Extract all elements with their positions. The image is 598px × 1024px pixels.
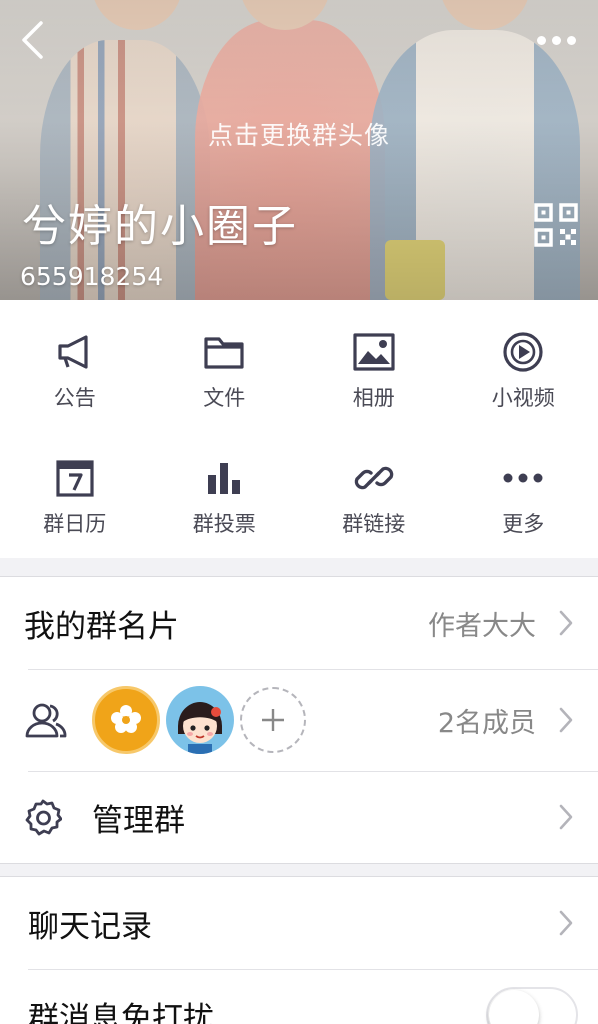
feature-label: 文件 <box>203 386 246 410</box>
chat-history-label: 聊天记录 <box>28 908 152 945</box>
chevron-right-icon <box>559 610 573 636</box>
dot <box>551 35 561 45</box>
feature-label: 更多 <box>502 512 545 536</box>
feature-calendar[interactable]: 群日历 <box>0 426 150 550</box>
my-group-card-row[interactable]: 我的群名片 作者大大 <box>0 577 598 669</box>
group-settings-page: 点击更换群头像 兮婷的小圈子 655918254 公告 文件 相册 小视频 群日… <box>0 0 598 1024</box>
link-icon <box>354 466 393 490</box>
feature-grid: 公告 文件 相册 小视频 群日历 群投票 群链接 更多 <box>0 300 598 558</box>
calendar-icon <box>56 460 94 497</box>
manage-group-label: 管理群 <box>92 802 185 839</box>
change-avatar-label[interactable]: 点击更换群头像 <box>0 116 598 152</box>
group-name: 兮婷的小圈子 <box>22 201 298 252</box>
feature-label: 相册 <box>352 386 395 410</box>
photo-album-icon <box>353 333 395 371</box>
feature-more[interactable]: 更多 <box>449 426 598 550</box>
my-group-card-value: 作者大大 <box>428 610 536 642</box>
mute-notifications-label: 群消息免打扰 <box>28 1000 214 1024</box>
mute-notifications-row: 群消息免打扰 <box>0 969 598 1024</box>
folder-icon <box>204 337 244 369</box>
group-id: 655918254 <box>20 262 164 291</box>
flower-logo-icon <box>111 705 141 733</box>
member-avatars <box>92 686 306 754</box>
back-button[interactable] <box>14 18 50 62</box>
megaphone-icon <box>58 335 88 369</box>
feature-label: 小视频 <box>491 386 555 410</box>
feature-label: 群日历 <box>43 512 107 536</box>
bar-chart-icon <box>208 463 241 494</box>
qr-code-icon[interactable] <box>534 203 578 247</box>
dot <box>566 35 576 45</box>
my-group-card-label: 我的群名片 <box>24 608 179 645</box>
feature-label: 群投票 <box>192 512 256 536</box>
dot <box>536 35 546 45</box>
feature-announcement[interactable]: 公告 <box>0 300 150 424</box>
group-info-section: 我的群名片 作者大大 2名成员 管理群 <box>0 576 598 864</box>
members-row[interactable]: 2名成员 <box>0 669 598 771</box>
members-icon <box>25 703 67 738</box>
avatar[interactable] <box>92 686 160 754</box>
chat-history-row[interactable]: 聊天记录 <box>0 877 598 969</box>
chevron-right-icon <box>559 910 573 936</box>
chat-settings-section: 聊天记录 群消息免打扰 <box>0 876 598 1024</box>
feature-files[interactable]: 文件 <box>150 300 300 424</box>
chevron-right-icon <box>559 707 573 733</box>
avatar[interactable] <box>166 686 234 754</box>
cartoon-girl-avatar <box>178 702 222 754</box>
chevron-right-icon <box>559 804 573 830</box>
toggle-knob <box>489 990 539 1024</box>
feature-album[interactable]: 相册 <box>299 300 449 424</box>
manage-group-row[interactable]: 管理群 <box>0 771 598 863</box>
chevron-left-icon <box>22 21 43 59</box>
feature-label: 群链接 <box>342 512 406 536</box>
feature-label: 公告 <box>53 386 96 410</box>
member-count: 2名成员 <box>437 707 536 739</box>
group-cover[interactable]: 点击更换群头像 兮婷的小圈子 655918254 <box>0 0 598 300</box>
gear-icon <box>25 799 62 836</box>
more-options-button[interactable] <box>532 28 580 52</box>
plus-icon <box>262 709 284 731</box>
feature-short-video[interactable]: 小视频 <box>449 300 598 424</box>
more-dots-icon <box>503 473 543 483</box>
feature-vote[interactable]: 群投票 <box>150 426 300 550</box>
mute-toggle[interactable] <box>486 987 578 1024</box>
feature-link[interactable]: 群链接 <box>299 426 449 550</box>
add-member-button[interactable] <box>240 687 306 753</box>
video-icon <box>503 332 543 372</box>
